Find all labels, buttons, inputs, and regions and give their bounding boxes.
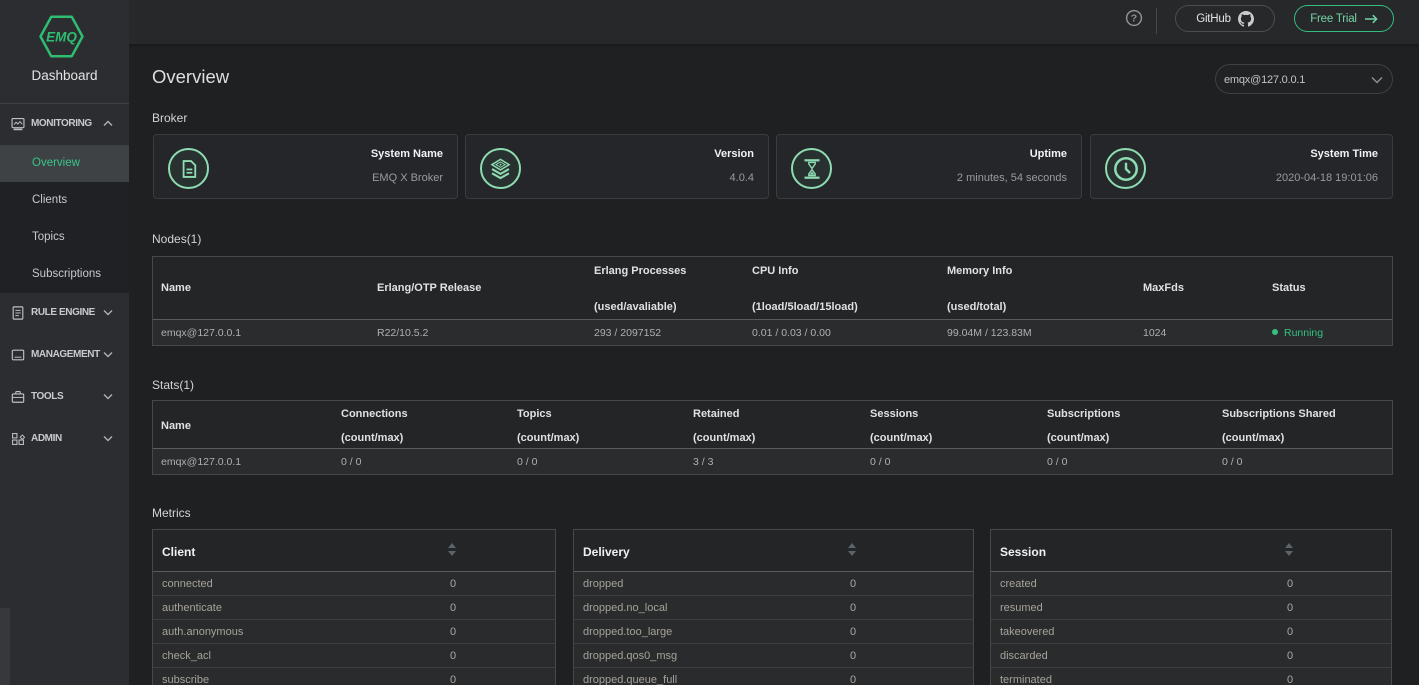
svg-text:?: ? <box>1131 13 1137 25</box>
svg-text:EMQ: EMQ <box>46 30 77 45</box>
